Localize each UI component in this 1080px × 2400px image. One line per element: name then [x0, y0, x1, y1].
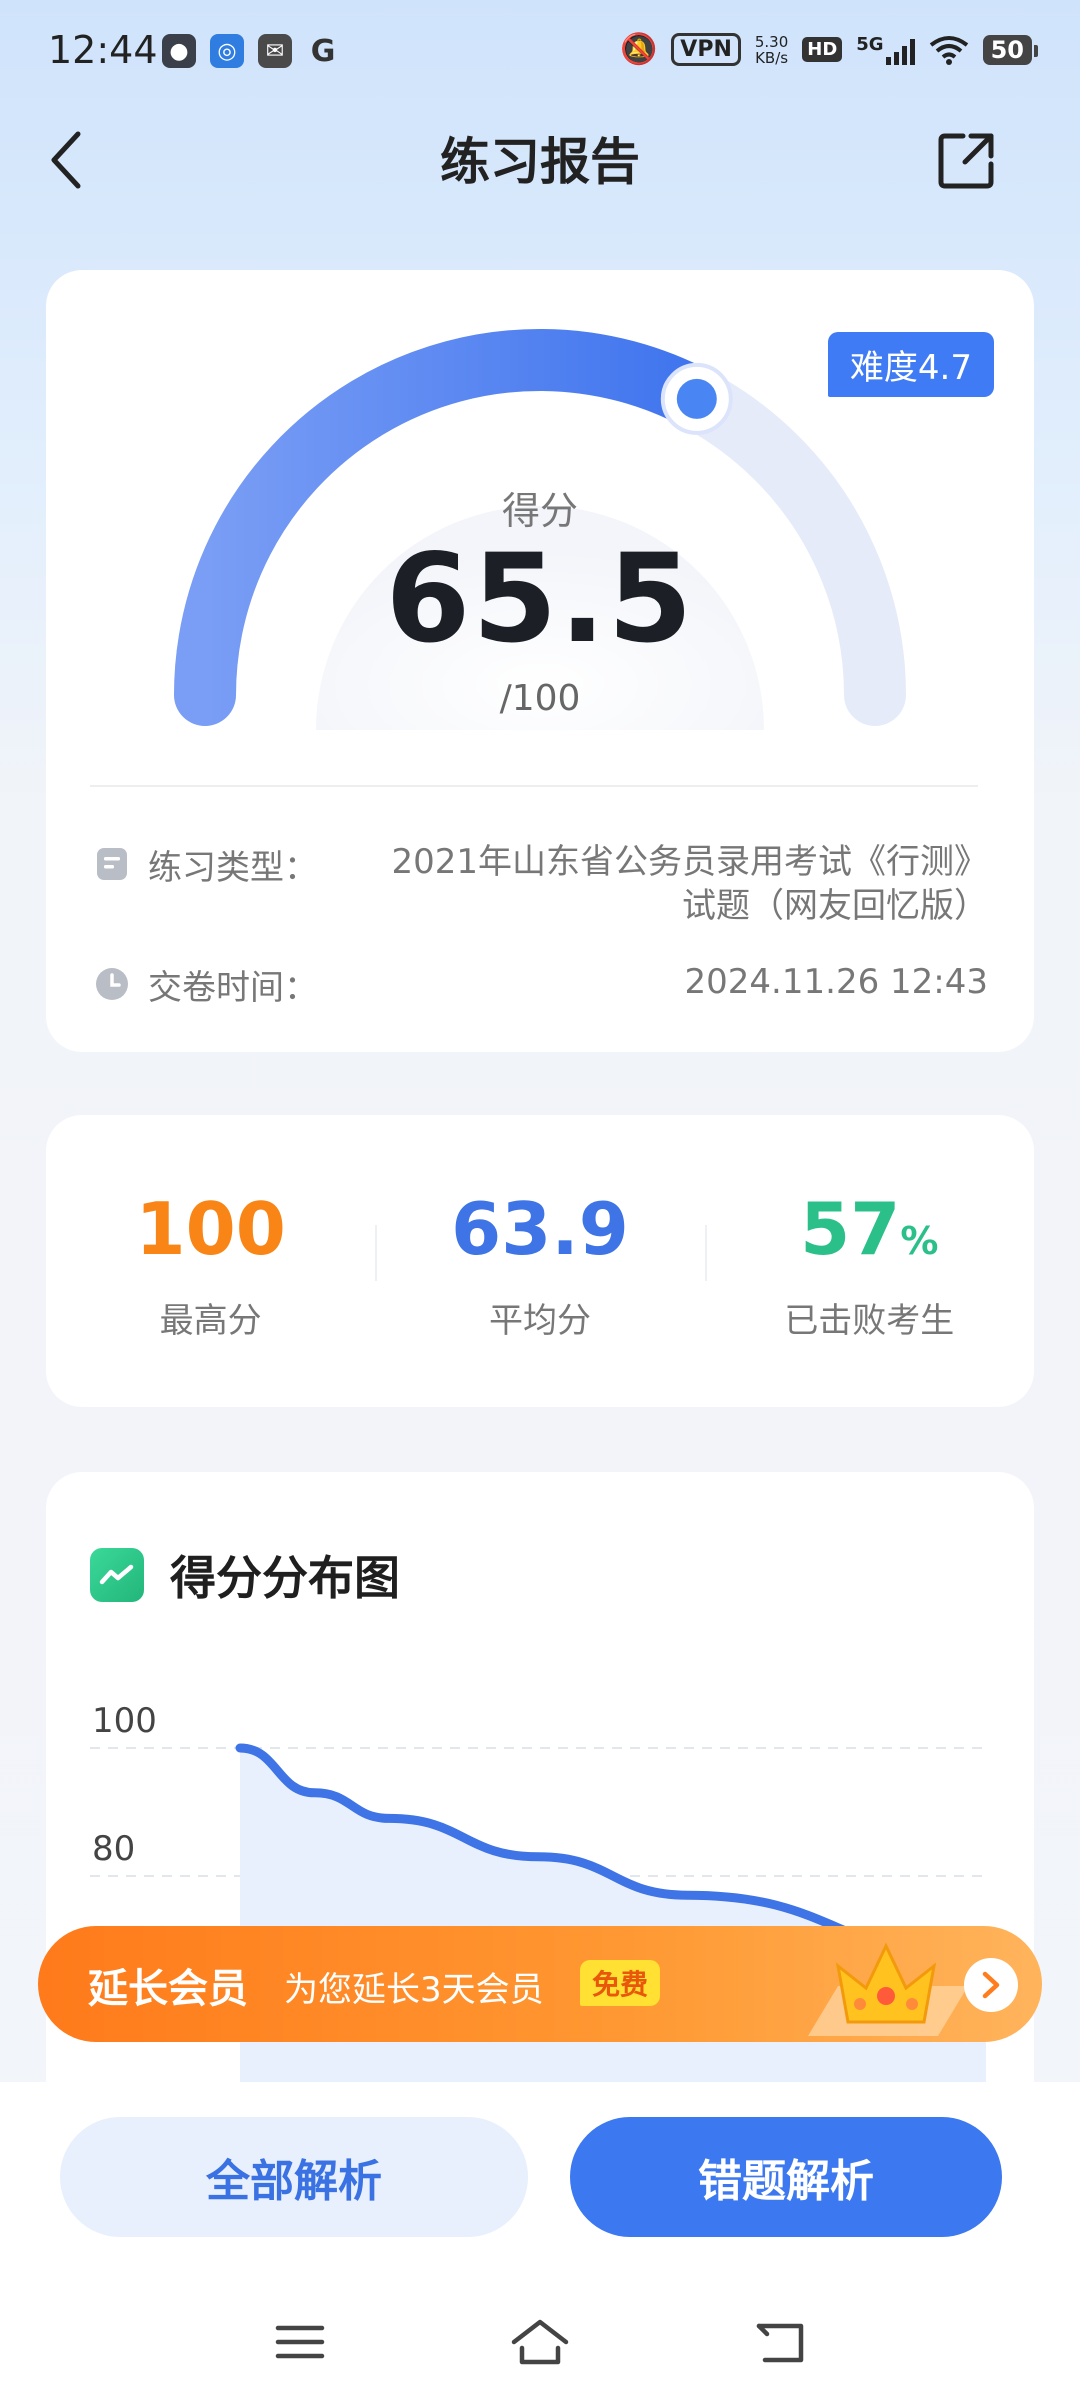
hd-badge: HD	[802, 37, 843, 62]
submit-time-label: 交卷时间：	[148, 968, 318, 1008]
practice-type-row: 练习类型： 2021年山东省公务员录用考试《行测》试题（网友回忆版）	[94, 840, 988, 928]
score-value: 65.5	[385, 528, 695, 670]
average-score-label: 平均分	[488, 1301, 591, 1341]
distribution-chart: 100806040	[90, 1701, 991, 2172]
difficulty-badge: 难度4.7	[827, 332, 994, 397]
distribution-chart-card: 得分分布图 100806040	[46, 1472, 1034, 2172]
free-badge: 免费	[580, 1960, 661, 2006]
signal-icon: 5G	[856, 34, 915, 65]
network-speed: 5.30 KB/s	[754, 32, 789, 67]
y-tick-label: 100	[92, 1701, 157, 1741]
wifi-icon	[929, 35, 968, 65]
promo-arrow-button[interactable]	[964, 1958, 1018, 2012]
share-icon	[938, 133, 994, 189]
stats-card: 100 最高分 63.9 平均分 57% 已击败考生	[46, 1115, 1034, 1407]
practice-type-label: 练习类型：	[148, 848, 318, 888]
home-icon	[511, 2319, 569, 2365]
battery-indicator: 50	[982, 34, 1039, 65]
mute-bell-icon: 🔕	[619, 32, 658, 67]
crown-icon	[808, 1942, 968, 2036]
max-score-label: 最高分	[159, 1301, 262, 1341]
status-time: 12:44	[48, 28, 158, 72]
submit-time-row: 交卷时间： 2024.11.26 12:43	[94, 960, 988, 1009]
all-analysis-button[interactable]: 全部解析	[60, 2117, 528, 2237]
vpn-badge: VPN	[671, 33, 741, 66]
nav-home-button[interactable]	[505, 2312, 575, 2372]
extend-membership-banner[interactable]: 延长会员 为您延长3天会员 免费	[38, 1926, 1042, 2042]
menu-icon	[275, 2325, 325, 2359]
game-app-icon: ●	[162, 34, 196, 68]
notification-icons: ● ◎ ✉ G	[162, 33, 340, 69]
beat-percent-value: 57%	[800, 1187, 939, 1271]
stat-beat: 57% 已击败考生	[704, 1115, 1034, 1407]
stat-average: 63.9 平均分	[375, 1115, 704, 1407]
clock-icon	[96, 968, 128, 1000]
promo-subtitle: 为您延长3天会员	[284, 1970, 544, 2010]
stat-max: 100 最高分	[46, 1115, 375, 1407]
score-label: 得分	[501, 489, 578, 533]
average-score-value: 63.9	[451, 1187, 629, 1271]
chevron-right-icon	[982, 1971, 1000, 1999]
max-score-value: 100	[135, 1187, 286, 1271]
score-total: /100	[499, 678, 581, 719]
google-icon: G	[310, 33, 336, 69]
bottom-action-bar: 全部解析 错题解析	[0, 2082, 1080, 2400]
share-button[interactable]	[932, 120, 1002, 200]
wrong-analysis-button[interactable]: 错题解析	[570, 2117, 1002, 2237]
practice-type-value: 2021年山东省公务员录用考试《行测》试题（网友回忆版）	[391, 842, 988, 926]
y-tick-label: 80	[92, 1829, 135, 1869]
gauge-knob	[660, 362, 733, 435]
status-bar: 12:44 ● ◎ ✉ G 🔕 VPN 5.30 KB/s HD 5G 50	[0, 0, 1080, 110]
page-title: 练习报告	[440, 133, 640, 191]
back-nav-icon	[756, 2323, 804, 2363]
system-icons: 🔕 VPN 5.30 KB/s HD 5G 50	[619, 32, 1039, 67]
document-icon	[97, 848, 127, 880]
divider	[90, 785, 978, 787]
header: 练习报告	[0, 110, 1080, 230]
submit-time-value: 2024.11.26 12:43	[684, 962, 988, 1002]
beat-percent-label: 已击败考生	[784, 1301, 955, 1341]
nav-back-button[interactable]	[745, 2312, 815, 2372]
nav-menu-button[interactable]	[265, 2312, 335, 2372]
wechat-icon: ✉	[258, 34, 292, 68]
app-notification-icon: ◎	[210, 34, 244, 68]
score-card: 难度4.7 得分 65.5 /100 练习类型： 2021年山东省公务员录用考试…	[46, 270, 1034, 1052]
promo-title: 延长会员	[88, 1966, 248, 2012]
